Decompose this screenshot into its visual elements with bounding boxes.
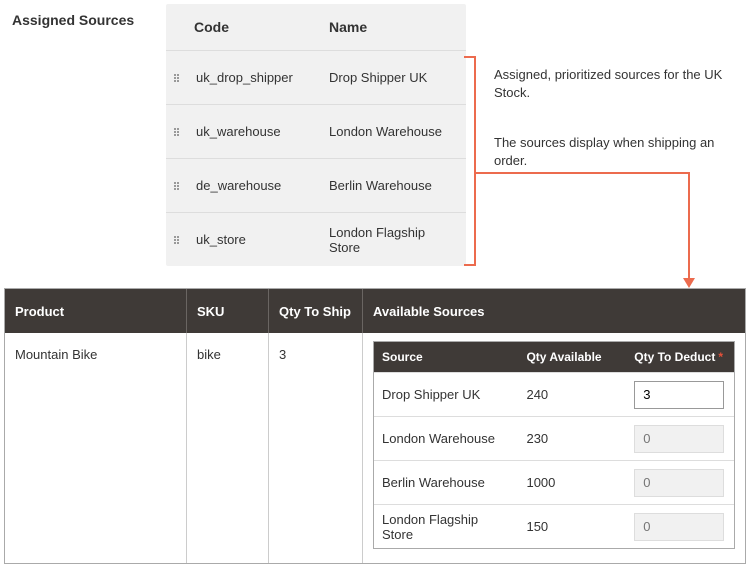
shipment-table: Product SKU Qty To Ship Available Source…	[4, 288, 746, 564]
subcol-available: Qty Available	[518, 342, 626, 372]
source-name: Drop Shipper UK	[374, 387, 518, 402]
source-code: uk_warehouse	[196, 124, 329, 139]
col-header-product: Product	[5, 289, 187, 333]
shipment-row: Mountain Bike bike 3 Source Qty Availabl…	[5, 333, 745, 563]
source-row: Drop Shipper UK 240	[374, 372, 734, 416]
col-header-code: Code	[166, 4, 321, 50]
source-name: Berlin Warehouse	[374, 475, 518, 490]
drag-handle-icon[interactable]	[174, 128, 188, 136]
qty-available: 230	[518, 431, 626, 446]
source-name: London Warehouse	[329, 124, 458, 139]
qty-to-deduct-input[interactable]	[634, 469, 724, 497]
source-name: London Flagship Store	[374, 512, 518, 542]
col-header-qty: Qty To Ship	[269, 289, 363, 333]
annotation-assigned: Assigned, prioritized sources for the UK…	[494, 66, 734, 101]
source-name: London Flagship Store	[329, 225, 458, 255]
assigned-source-row[interactable]: uk_warehouse London Warehouse	[166, 104, 466, 158]
source-name: Berlin Warehouse	[329, 178, 458, 193]
sources-subtable: Source Qty Available Qty To Deduct* Drop…	[373, 341, 735, 549]
qty-available: 1000	[518, 475, 626, 490]
qty-to-deduct-input[interactable]	[634, 425, 724, 453]
source-name: London Warehouse	[374, 431, 518, 446]
drag-handle-icon[interactable]	[174, 236, 188, 244]
qty-available: 150	[518, 519, 626, 534]
col-header-sources: Available Sources	[363, 289, 745, 333]
bracket-indicator	[474, 56, 476, 266]
source-row: Berlin Warehouse 1000	[374, 460, 734, 504]
source-code: uk_store	[196, 232, 329, 247]
product-sku: bike	[187, 333, 269, 563]
source-row: London Warehouse 230	[374, 416, 734, 460]
assigned-sources-label: Assigned Sources	[4, 4, 166, 28]
source-code: uk_drop_shipper	[196, 70, 329, 85]
arrow-down-icon	[688, 172, 690, 286]
qty-to-deduct-input[interactable]	[634, 513, 724, 541]
source-row: London Flagship Store 150	[374, 504, 734, 548]
product-name: Mountain Bike	[5, 333, 187, 563]
annotation-shipping: The sources display when shipping an ord…	[494, 134, 734, 169]
assigned-source-row[interactable]: uk_store London Flagship Store	[166, 212, 466, 266]
subcol-source: Source	[374, 342, 518, 372]
qty-to-deduct-input[interactable]	[634, 381, 724, 409]
qty-available: 240	[518, 387, 626, 402]
drag-handle-icon[interactable]	[174, 182, 188, 190]
source-code: de_warehouse	[196, 178, 329, 193]
arrow-connector	[474, 172, 690, 174]
col-header-name: Name	[321, 4, 466, 50]
drag-handle-icon[interactable]	[174, 74, 188, 82]
assigned-source-row[interactable]: de_warehouse Berlin Warehouse	[166, 158, 466, 212]
subcol-deduct: Qty To Deduct*	[626, 342, 734, 372]
assigned-source-row[interactable]: uk_drop_shipper Drop Shipper UK	[166, 50, 466, 104]
assigned-sources-table: Code Name uk_drop_shipper Drop Shipper U…	[166, 4, 466, 266]
source-name: Drop Shipper UK	[329, 70, 458, 85]
col-header-sku: SKU	[187, 289, 269, 333]
qty-to-ship: 3	[269, 333, 363, 563]
required-star-icon: *	[718, 350, 723, 364]
